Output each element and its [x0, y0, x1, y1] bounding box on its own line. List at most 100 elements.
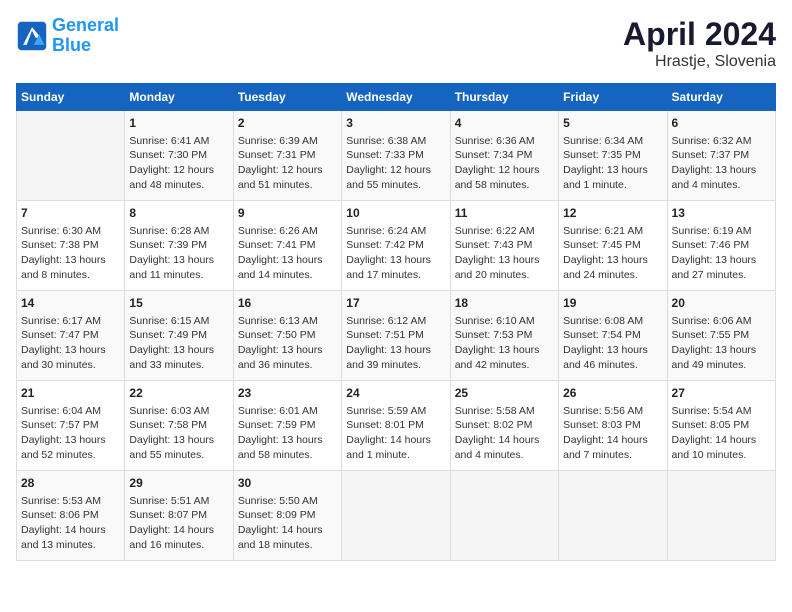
cell-content: Sunrise: 6:01 AMSunset: 7:59 PMDaylight:…: [238, 404, 337, 463]
day-number: 13: [672, 205, 771, 222]
cell-content: Sunrise: 6:04 AMSunset: 7:57 PMDaylight:…: [21, 404, 120, 463]
day-number: 25: [455, 385, 554, 402]
day-number: 1: [129, 115, 228, 132]
calendar-cell: 11 Sunrise: 6:22 AMSunset: 7:43 PMDayligh…: [450, 201, 558, 291]
cell-content: Sunrise: 6:32 AMSunset: 7:37 PMDaylight:…: [672, 134, 771, 193]
day-number: 9: [238, 205, 337, 222]
cell-content: Sunrise: 6:41 AMSunset: 7:30 PMDaylight:…: [129, 134, 228, 193]
day-number: 16: [238, 295, 337, 312]
cell-content: Sunrise: 6:13 AMSunset: 7:50 PMDaylight:…: [238, 314, 337, 373]
day-number: 17: [346, 295, 445, 312]
calendar-cell: 23 Sunrise: 6:01 AMSunset: 7:59 PMDayligh…: [233, 381, 341, 471]
calendar-cell: 5 Sunrise: 6:34 AMSunset: 7:35 PMDaylight…: [559, 111, 667, 201]
calendar-cell: 26 Sunrise: 5:56 AMSunset: 8:03 PMDayligh…: [559, 381, 667, 471]
logo-blue: Blue: [52, 35, 91, 55]
day-number: 21: [21, 385, 120, 402]
cell-content: Sunrise: 5:54 AMSunset: 8:05 PMDaylight:…: [672, 404, 771, 463]
day-number: 7: [21, 205, 120, 222]
calendar-week-row: 7 Sunrise: 6:30 AMSunset: 7:38 PMDaylight…: [17, 201, 776, 291]
header-sunday: Sunday: [17, 84, 125, 111]
day-number: 27: [672, 385, 771, 402]
cell-content: Sunrise: 6:21 AMSunset: 7:45 PMDaylight:…: [563, 224, 662, 283]
calendar-cell: 20 Sunrise: 6:06 AMSunset: 7:55 PMDayligh…: [667, 291, 775, 381]
day-number: 11: [455, 205, 554, 222]
header-saturday: Saturday: [667, 84, 775, 111]
day-number: 20: [672, 295, 771, 312]
calendar-cell: 2 Sunrise: 6:39 AMSunset: 7:31 PMDaylight…: [233, 111, 341, 201]
day-number: 8: [129, 205, 228, 222]
cell-content: Sunrise: 6:39 AMSunset: 7:31 PMDaylight:…: [238, 134, 337, 193]
header-wednesday: Wednesday: [342, 84, 450, 111]
day-number: 26: [563, 385, 662, 402]
header-friday: Friday: [559, 84, 667, 111]
cell-content: Sunrise: 6:19 AMSunset: 7:46 PMDaylight:…: [672, 224, 771, 283]
calendar-cell: 18 Sunrise: 6:10 AMSunset: 7:53 PMDayligh…: [450, 291, 558, 381]
day-number: 2: [238, 115, 337, 132]
logo-icon: [16, 20, 48, 52]
calendar-cell: 24 Sunrise: 5:59 AMSunset: 8:01 PMDayligh…: [342, 381, 450, 471]
day-number: 28: [21, 475, 120, 492]
calendar-cell: [17, 111, 125, 201]
day-number: 12: [563, 205, 662, 222]
day-number: 4: [455, 115, 554, 132]
cell-content: Sunrise: 6:08 AMSunset: 7:54 PMDaylight:…: [563, 314, 662, 373]
day-number: 14: [21, 295, 120, 312]
day-number: 30: [238, 475, 337, 492]
cell-content: Sunrise: 6:06 AMSunset: 7:55 PMDaylight:…: [672, 314, 771, 373]
cell-content: Sunrise: 6:15 AMSunset: 7:49 PMDaylight:…: [129, 314, 228, 373]
calendar-cell: 4 Sunrise: 6:36 AMSunset: 7:34 PMDaylight…: [450, 111, 558, 201]
calendar-cell: 16 Sunrise: 6:13 AMSunset: 7:50 PMDayligh…: [233, 291, 341, 381]
calendar-cell: 8 Sunrise: 6:28 AMSunset: 7:39 PMDaylight…: [125, 201, 233, 291]
cell-content: Sunrise: 6:34 AMSunset: 7:35 PMDaylight:…: [563, 134, 662, 193]
calendar-week-row: 28 Sunrise: 5:53 AMSunset: 8:06 PMDayligh…: [17, 471, 776, 561]
header-monday: Monday: [125, 84, 233, 111]
logo: General Blue: [16, 16, 119, 56]
cell-content: Sunrise: 5:59 AMSunset: 8:01 PMDaylight:…: [346, 404, 445, 463]
calendar-cell: 19Sunrise: 6:08 AMSunset: 7:54 PMDayligh…: [559, 291, 667, 381]
calendar-cell: 9 Sunrise: 6:26 AMSunset: 7:41 PMDaylight…: [233, 201, 341, 291]
logo-text: General Blue: [52, 16, 119, 56]
calendar-table: SundayMondayTuesdayWednesdayThursdayFrid…: [16, 83, 776, 561]
calendar-cell: 25 Sunrise: 5:58 AMSunset: 8:02 PMDayligh…: [450, 381, 558, 471]
calendar-cell: 14 Sunrise: 6:17 AMSunset: 7:47 PMDayligh…: [17, 291, 125, 381]
calendar-cell: 15 Sunrise: 6:15 AMSunset: 7:49 PMDayligh…: [125, 291, 233, 381]
cell-content: Sunrise: 6:28 AMSunset: 7:39 PMDaylight:…: [129, 224, 228, 283]
cell-content: Sunrise: 6:17 AMSunset: 7:47 PMDaylight:…: [21, 314, 120, 373]
cell-content: Sunrise: 6:10 AMSunset: 7:53 PMDaylight:…: [455, 314, 554, 373]
calendar-week-row: 1 Sunrise: 6:41 AMSunset: 7:30 PMDaylight…: [17, 111, 776, 201]
cell-content: Sunrise: 6:36 AMSunset: 7:34 PMDaylight:…: [455, 134, 554, 193]
day-number: 5: [563, 115, 662, 132]
day-number: 3: [346, 115, 445, 132]
calendar-cell: [450, 471, 558, 561]
cell-content: Sunrise: 6:24 AMSunset: 7:42 PMDaylight:…: [346, 224, 445, 283]
calendar-cell: [559, 471, 667, 561]
calendar-cell: 1 Sunrise: 6:41 AMSunset: 7:30 PMDaylight…: [125, 111, 233, 201]
cell-content: Sunrise: 5:53 AMSunset: 8:06 PMDaylight:…: [21, 494, 120, 553]
cell-content: Sunrise: 6:38 AMSunset: 7:33 PMDaylight:…: [346, 134, 445, 193]
calendar-cell: 12 Sunrise: 6:21 AMSunset: 7:45 PMDayligh…: [559, 201, 667, 291]
logo-general: General: [52, 15, 119, 35]
calendar-cell: 29 Sunrise: 5:51 AMSunset: 8:07 PMDayligh…: [125, 471, 233, 561]
header-thursday: Thursday: [450, 84, 558, 111]
cell-content: Sunrise: 5:58 AMSunset: 8:02 PMDaylight:…: [455, 404, 554, 463]
page-header: General Blue April 2024 Hrastje, Sloveni…: [16, 16, 776, 71]
cell-content: Sunrise: 5:51 AMSunset: 8:07 PMDaylight:…: [129, 494, 228, 553]
cell-content: Sunrise: 5:56 AMSunset: 8:03 PMDaylight:…: [563, 404, 662, 463]
cell-content: Sunrise: 6:30 AMSunset: 7:38 PMDaylight:…: [21, 224, 120, 283]
calendar-cell: 7 Sunrise: 6:30 AMSunset: 7:38 PMDaylight…: [17, 201, 125, 291]
cell-content: Sunrise: 6:22 AMSunset: 7:43 PMDaylight:…: [455, 224, 554, 283]
calendar-week-row: 14 Sunrise: 6:17 AMSunset: 7:47 PMDayligh…: [17, 291, 776, 381]
day-number: 15: [129, 295, 228, 312]
cell-content: Sunrise: 5:50 AMSunset: 8:09 PMDaylight:…: [238, 494, 337, 553]
day-number: 24: [346, 385, 445, 402]
calendar-cell: 28 Sunrise: 5:53 AMSunset: 8:06 PMDayligh…: [17, 471, 125, 561]
cell-content: Sunrise: 6:26 AMSunset: 7:41 PMDaylight:…: [238, 224, 337, 283]
day-number: 23: [238, 385, 337, 402]
header-tuesday: Tuesday: [233, 84, 341, 111]
calendar-week-row: 21 Sunrise: 6:04 AMSunset: 7:57 PMDayligh…: [17, 381, 776, 471]
day-number: 18: [455, 295, 554, 312]
day-number: 29: [129, 475, 228, 492]
cell-content: Sunrise: 6:03 AMSunset: 7:58 PMDaylight:…: [129, 404, 228, 463]
page-title: April 2024: [623, 16, 776, 53]
calendar-cell: 21 Sunrise: 6:04 AMSunset: 7:57 PMDayligh…: [17, 381, 125, 471]
